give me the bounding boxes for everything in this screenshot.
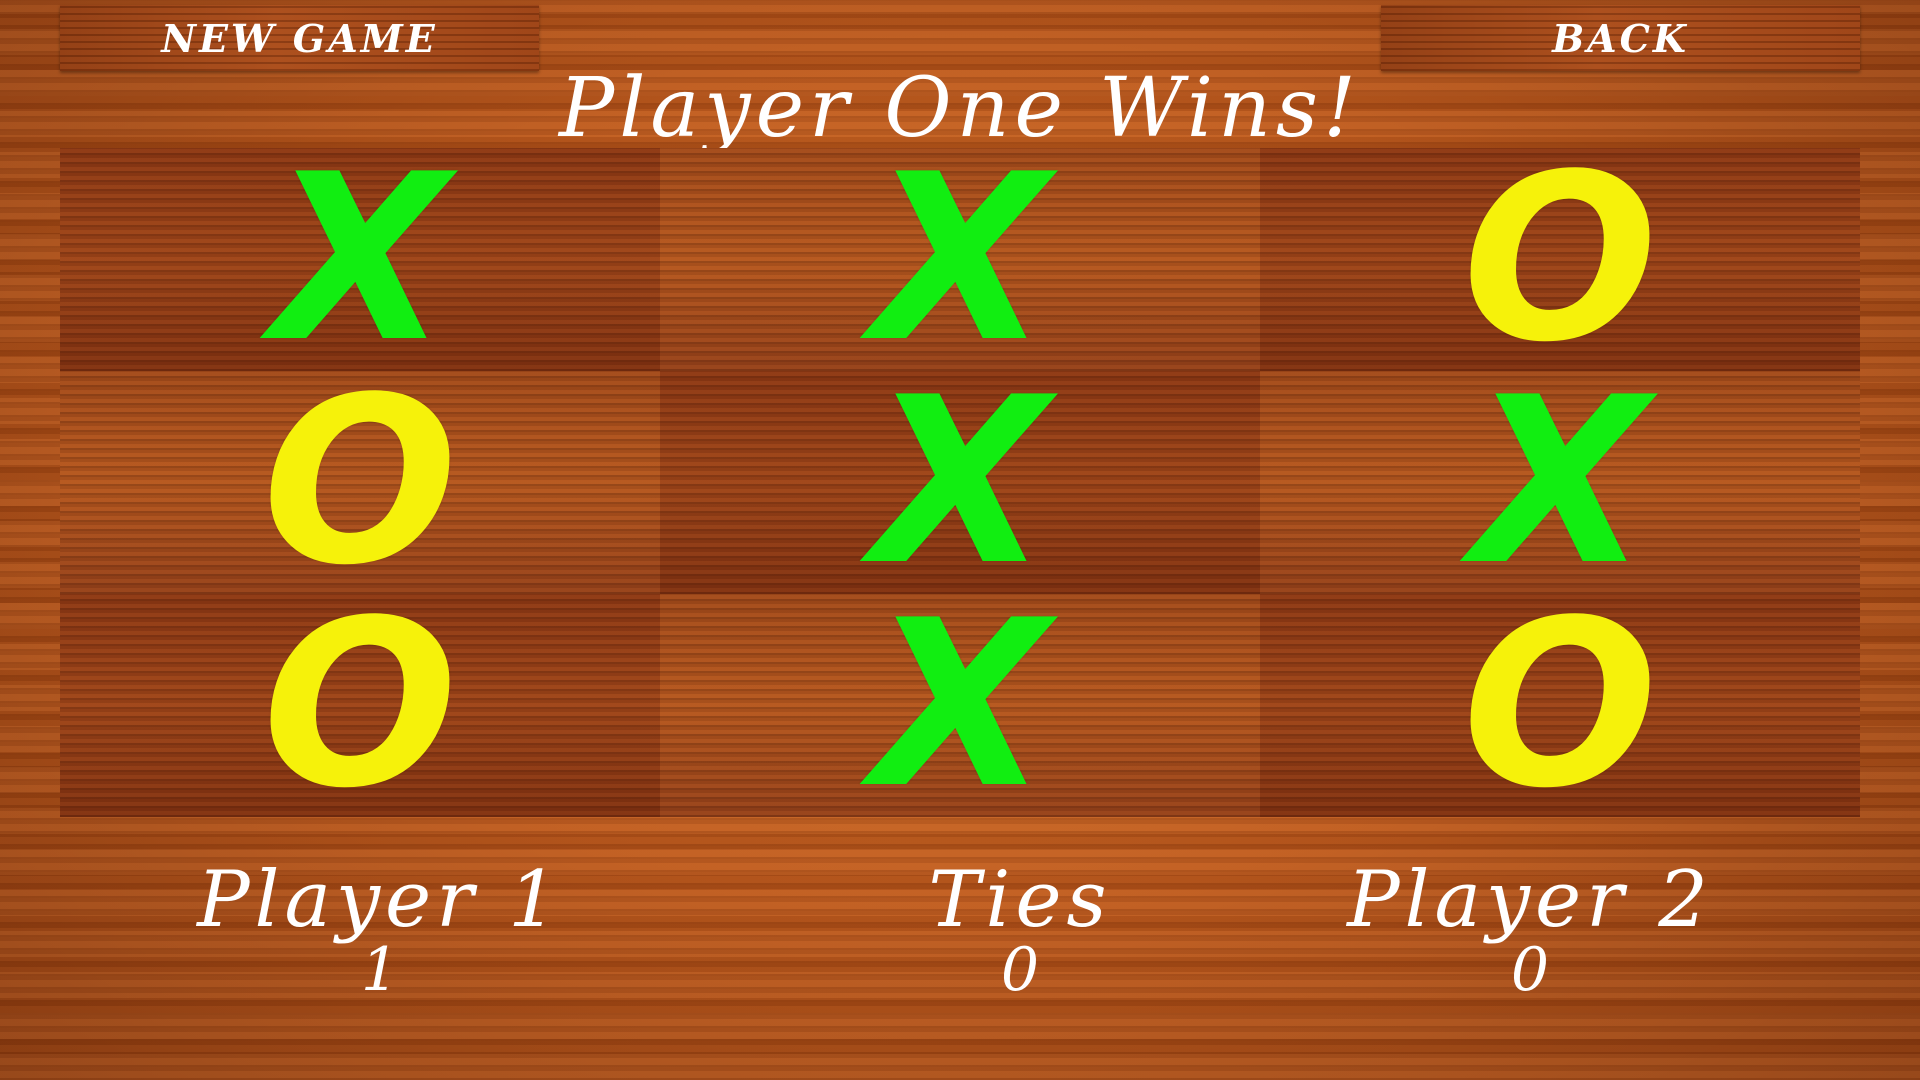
player2-score: Player 2 0	[1200, 855, 1860, 1005]
o-mark: O	[262, 571, 458, 839]
board-cell-r3-c3[interactable]: O	[1260, 590, 1860, 820]
board-cell-r1-c3[interactable]: O	[1260, 144, 1860, 374]
player2-label: Player 2	[1347, 855, 1713, 945]
board-cell-r3-c2[interactable]: X	[660, 590, 1260, 820]
game-board: X X O O X X O X O	[60, 144, 1860, 820]
board-cell-r3-c1[interactable]: O	[60, 590, 660, 820]
player2-score-value: 0	[1510, 934, 1550, 1005]
ties-score: Ties 0	[800, 855, 1240, 1005]
o-mark: O	[1462, 571, 1658, 839]
x-mark: X	[871, 125, 1049, 393]
x-mark: X	[1471, 348, 1649, 616]
x-mark: X	[271, 125, 449, 393]
board-cell-r2-c1[interactable]: O	[60, 367, 660, 597]
x-mark: X	[871, 571, 1049, 839]
o-mark: O	[262, 348, 458, 616]
player1-score-value: 1	[360, 934, 400, 1005]
player1-score: Player 1 1	[60, 855, 700, 1005]
player1-label: Player 1	[197, 855, 563, 945]
ties-label: Ties	[928, 855, 1112, 945]
board-cell-r1-c1[interactable]: X	[60, 144, 660, 374]
o-mark: O	[1462, 125, 1658, 393]
board-cell-r1-c2[interactable]: X	[660, 144, 1260, 374]
ties-score-value: 0	[1000, 934, 1040, 1005]
x-mark: X	[871, 348, 1049, 616]
board-cell-r2-c2[interactable]: X	[660, 367, 1260, 597]
board-cell-r2-c3[interactable]: X	[1260, 367, 1860, 597]
